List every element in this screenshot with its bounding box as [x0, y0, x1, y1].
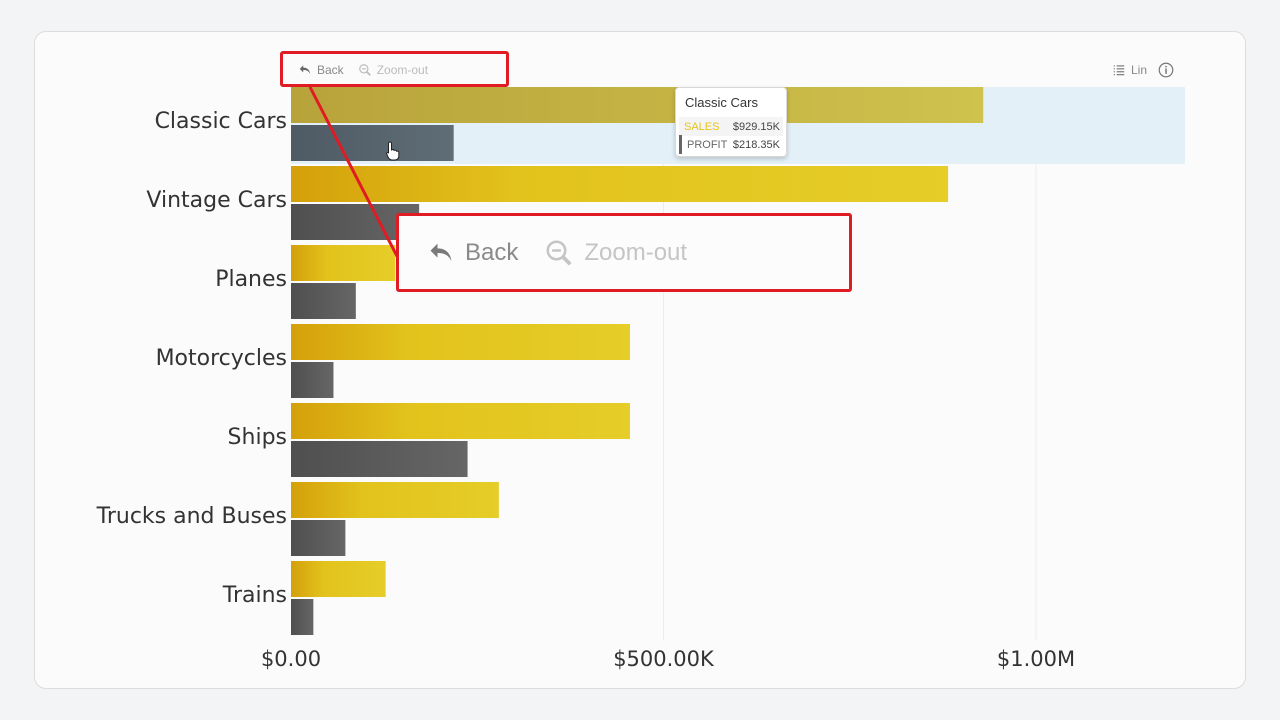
toolbar-highlight-box — [280, 51, 509, 87]
x-tick-label-1: $500.00K — [613, 647, 715, 671]
tooltip-row-profit: PROFIT $218.35K — [679, 135, 783, 154]
callout-back-button: Back — [427, 239, 518, 267]
category-label-ships: Ships — [228, 425, 287, 450]
bar-sales-trains[interactable] — [291, 561, 386, 597]
chart-right-tools: Lin — [1112, 60, 1175, 80]
category-label-planes: Planes — [215, 267, 287, 292]
category-label-vintage-cars: Vintage Cars — [146, 188, 287, 213]
category-label-classic-cars: Classic Cars — [155, 109, 287, 134]
bar-sales-vintage-cars[interactable] — [291, 166, 949, 202]
bar-profit-trains[interactable] — [291, 599, 314, 635]
bar-sales-classic-cars[interactable] — [291, 87, 984, 123]
linear-scale-label: Lin — [1131, 63, 1148, 77]
x-tick-label-0: $0.00 — [261, 647, 321, 671]
bar-profit-motorcycles[interactable] — [291, 362, 334, 398]
tooltip-row-sales: SALES $929.15K — [679, 117, 783, 136]
callout-zoom-out-button: Zoom-out — [544, 238, 687, 268]
zoom-out-icon — [546, 240, 572, 266]
bar-profit-planes[interactable] — [291, 283, 356, 319]
info-circle-icon — [1158, 62, 1174, 78]
hand-cursor-icon — [386, 141, 400, 161]
callout-back-label: Back — [465, 238, 519, 266]
bar-profit-trucks-and-buses[interactable] — [291, 520, 346, 556]
info-button[interactable] — [1157, 61, 1175, 79]
tooltip-profit-value: $218.35K — [732, 138, 780, 151]
x-tick-label-2: $1.00M — [997, 647, 1075, 671]
undo-arrow-icon — [430, 243, 452, 261]
linear-scale-toggle[interactable]: Lin — [1112, 63, 1147, 77]
bar-profit-classic-cars[interactable] — [291, 125, 454, 161]
tooltip-title: Classic Cars — [685, 95, 758, 110]
category-label-trains: Trains — [222, 583, 287, 608]
tooltip-sales-label: SALES — [684, 120, 720, 133]
tooltip-profit-label: PROFIT — [687, 138, 728, 151]
toolbar-zoom-callout: Back Zoom-out — [396, 213, 852, 292]
list-lines-icon — [1113, 65, 1125, 76]
bar-profit-ships[interactable] — [291, 441, 468, 477]
category-label-trucks-and-buses: Trucks and Buses — [96, 504, 287, 529]
bar-sales-planes[interactable] — [291, 245, 396, 281]
callout-zoom-out-label: Zoom-out — [584, 238, 688, 266]
category-label-motorcycles: Motorcycles — [156, 346, 287, 371]
bar-sales-motorcycles[interactable] — [291, 324, 630, 360]
bar-chart: Classic Cars Vintage Cars Planes Motorcycle… — [96, 86, 1185, 671]
bar-sales-ships[interactable] — [291, 403, 630, 439]
tooltip-sales-value: $929.15K — [732, 120, 780, 133]
bar-sales-trucks-and-buses[interactable] — [291, 482, 499, 518]
chart-tooltip: Classic Cars SALES $929.15K PROFIT $218.… — [675, 87, 787, 157]
